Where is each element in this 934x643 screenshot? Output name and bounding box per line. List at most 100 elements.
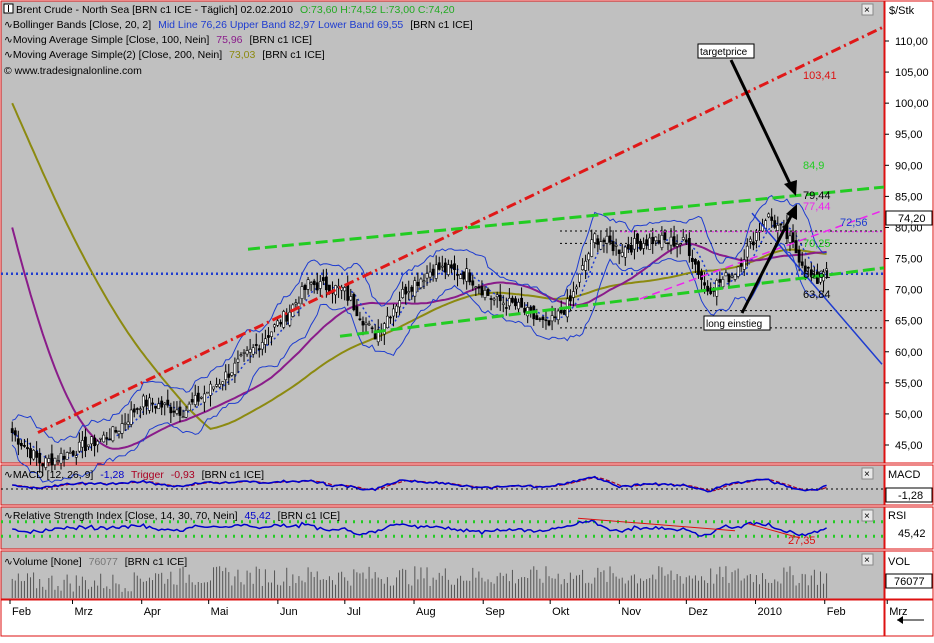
candle-body — [755, 233, 757, 241]
candle-body — [93, 438, 95, 446]
candle-body — [32, 450, 34, 459]
candle-body — [511, 298, 513, 302]
candle-body — [353, 294, 355, 310]
candle-body — [536, 316, 538, 320]
candle-body — [798, 250, 800, 262]
candle-body — [405, 287, 407, 294]
candle-body — [496, 295, 498, 297]
candle-body — [194, 395, 196, 404]
candle-body — [658, 240, 660, 243]
candle-body — [237, 359, 239, 362]
candle-body — [646, 240, 648, 246]
price-tick-label: 90,00 — [895, 160, 923, 172]
candle-body — [652, 237, 654, 244]
candle-body — [51, 454, 53, 465]
time-tick-label: Mrz — [889, 606, 907, 618]
vol-axis-title: VOL — [888, 556, 910, 568]
candle-body — [14, 431, 16, 435]
candle-body — [170, 407, 172, 413]
candle-body — [771, 217, 773, 221]
legend-line-4: ∿Moving Average Simple(2) [Close, 200, N… — [4, 49, 325, 61]
candle-body — [347, 284, 349, 300]
candle-body — [206, 392, 208, 393]
candle-body — [246, 351, 248, 355]
candle-body — [414, 281, 416, 297]
candle-body — [481, 286, 483, 295]
candle-body — [11, 429, 13, 433]
legend-line-3: ∿Moving Average Simple [Close, 100, Nein… — [4, 34, 312, 46]
candle-body — [215, 385, 217, 387]
candle-body — [87, 445, 89, 447]
candle-body — [487, 289, 489, 295]
candle-body — [261, 342, 263, 349]
rsi-axis-title: RSI — [888, 510, 906, 522]
candle-body — [301, 287, 303, 299]
candle-body — [499, 295, 501, 301]
candle-body — [386, 316, 388, 328]
candle-body — [459, 275, 461, 279]
price-tick-label: 105,00 — [895, 67, 929, 79]
candle-body — [780, 224, 782, 225]
candle-body — [542, 317, 544, 320]
candle-body — [209, 384, 211, 395]
candle-body — [667, 243, 669, 244]
candle-body — [212, 387, 214, 389]
macd-close-button[interactable]: × — [862, 468, 873, 480]
candle-body — [267, 335, 269, 337]
candle-body — [520, 298, 522, 307]
candle-body — [42, 464, 44, 466]
candle-body — [325, 277, 327, 290]
candle-body — [75, 456, 77, 458]
candle-body — [289, 312, 291, 325]
candle-body — [731, 276, 733, 277]
candle-body — [463, 272, 465, 279]
price-tick-label: 110,00 — [895, 36, 928, 48]
targetprice-label: targetprice — [700, 47, 748, 58]
candle-body — [280, 322, 282, 324]
price-close-button[interactable]: × — [862, 4, 873, 16]
price-tick-label: 70,00 — [895, 285, 923, 297]
candle-body — [478, 287, 480, 288]
rsi-legend: ∿Relative Strength Index [Close, 14, 30,… — [4, 510, 340, 522]
long-einstieg-label: long einstieg — [706, 319, 762, 330]
candle-body — [490, 298, 492, 299]
candle-body — [276, 321, 278, 325]
candle-body — [45, 458, 47, 468]
candle-body — [456, 274, 458, 275]
candle-body — [69, 452, 71, 453]
candle-body — [142, 396, 144, 407]
candle-body — [609, 236, 611, 242]
candle-body — [139, 409, 141, 410]
legend-line-1: Brent Crude - North Sea [BRN c1 ICE - Tä… — [16, 4, 455, 16]
candle-body — [164, 403, 166, 405]
candle-body — [200, 397, 202, 398]
candle-body — [585, 261, 587, 270]
candle-body — [612, 241, 614, 250]
candle-body — [505, 307, 507, 308]
candle-body — [603, 240, 605, 242]
candle-body — [264, 339, 266, 345]
candle-body — [670, 237, 672, 245]
rsi-close-button[interactable]: × — [862, 510, 873, 522]
macd-last-value: -1,28 — [898, 490, 923, 502]
candle-body — [746, 246, 748, 257]
candle-body — [801, 262, 803, 266]
candle-body — [438, 263, 440, 270]
candle-body — [752, 242, 754, 245]
candle-body — [728, 274, 730, 282]
candle-body — [20, 443, 22, 446]
candle-body — [777, 225, 779, 230]
candle-body — [795, 241, 797, 253]
candle-body — [551, 316, 553, 321]
candle-body — [258, 349, 260, 350]
candle-body — [145, 400, 147, 406]
candle-body — [530, 307, 532, 310]
chart-svg: 110,00105,00100,0095,0090,0085,0080,0075… — [0, 0, 934, 638]
candle-body — [633, 238, 635, 249]
volume-legend: ∿Volume [None] 76077 [BRN c1 ICE] — [4, 556, 187, 568]
candle-body — [191, 399, 193, 402]
time-tick-label: Dez — [688, 606, 708, 618]
candle-body — [124, 423, 126, 424]
candle-body — [615, 245, 617, 246]
vol-close-button[interactable]: × — [862, 554, 873, 566]
